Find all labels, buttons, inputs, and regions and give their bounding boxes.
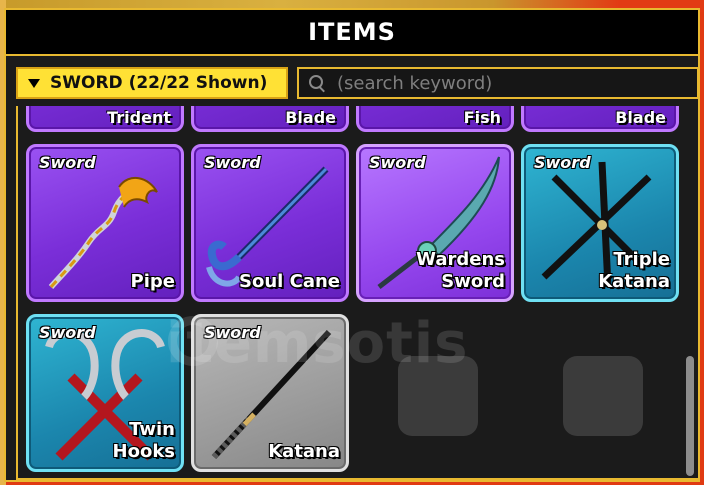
- empty-slot: [398, 356, 478, 436]
- panel-title: ITEMS: [308, 18, 396, 46]
- item-name: Blade: [285, 108, 336, 127]
- item-type: Sword: [39, 323, 96, 342]
- scrollbar[interactable]: [686, 356, 694, 476]
- item-card-partial[interactable]: Blade: [191, 106, 349, 132]
- item-type: Sword: [204, 323, 261, 342]
- empty-slot: [563, 356, 643, 436]
- item-card-pipe[interactable]: Sword Pipe: [26, 144, 184, 302]
- item-card-partial[interactable]: Trident: [26, 106, 184, 132]
- item-name: Soul Cane: [239, 271, 340, 292]
- items-panel: ITEMS SWORD (22/22 Shown) Trident Blade …: [4, 8, 700, 482]
- dropdown-arrow-icon: [28, 78, 40, 88]
- item-name: Katana: [268, 441, 340, 462]
- item-name: Twin Hooks: [112, 419, 175, 462]
- item-card-soul-cane[interactable]: Sword Soul Cane: [191, 144, 349, 302]
- item-type: Sword: [369, 153, 426, 172]
- item-card-wardens-sword[interactable]: Sword Wardens Sword: [356, 144, 514, 302]
- title-bar: ITEMS: [6, 10, 698, 56]
- search-input[interactable]: [335, 71, 679, 95]
- item-type: Sword: [39, 153, 96, 172]
- item-card-partial[interactable]: Blade: [521, 106, 679, 132]
- category-filter-dropdown[interactable]: SWORD (22/22 Shown): [16, 67, 288, 99]
- item-name: Blade: [615, 108, 666, 127]
- item-name: Trident: [107, 108, 171, 127]
- search-box[interactable]: [297, 67, 699, 99]
- item-card-triple-katana[interactable]: Sword Triple Katana: [521, 144, 679, 302]
- item-type: Sword: [534, 153, 591, 172]
- search-icon: [307, 73, 327, 93]
- item-name: Pipe: [130, 271, 175, 292]
- item-name: Fish: [463, 108, 501, 127]
- item-card-twin-hooks[interactable]: Sword Twin Hooks: [26, 314, 184, 472]
- filter-label: SWORD (22/22 Shown): [50, 73, 268, 93]
- item-type: Sword: [204, 153, 261, 172]
- items-grid[interactable]: Trident Blade Fish Blade Sword Pipe Swor…: [16, 106, 700, 480]
- item-card-katana[interactable]: Sword Katana: [191, 314, 349, 472]
- scrollbar-thumb[interactable]: [686, 356, 694, 476]
- item-name: Wardens Sword: [416, 249, 505, 292]
- item-name: Triple Katana: [598, 249, 670, 292]
- item-card-partial[interactable]: Fish: [356, 106, 514, 132]
